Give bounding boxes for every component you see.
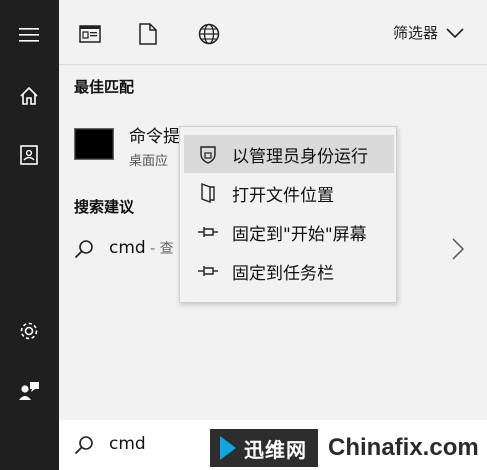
best-match-heading: 最佳匹配	[74, 78, 135, 96]
watermark: 迅维网 Chinafix.com	[210, 426, 487, 470]
menu-item-open-file-location[interactable]: 打开文件位置	[184, 174, 394, 212]
pin-icon	[196, 259, 220, 283]
menu-item-label: 打开文件位置	[232, 185, 334, 206]
context-menu: 以管理员身份运行 打开文件位置 固定到"开始"屏幕 固定到任务栏	[179, 126, 397, 303]
menu-item-label: 固定到任务栏	[232, 263, 334, 284]
filter-dropdown[interactable]: 筛选器	[393, 22, 464, 43]
watermark-logo: 迅维网	[210, 429, 318, 467]
best-match-subtitle: 桌面应	[129, 154, 169, 169]
menu-item-run-as-admin[interactable]: 以管理员身份运行	[184, 135, 394, 173]
documents-filter-icon[interactable]	[134, 20, 162, 48]
hamburger-menu-icon[interactable]	[16, 22, 42, 48]
user-feedback-icon[interactable]	[16, 378, 42, 404]
suggestion-query: cmd	[109, 238, 146, 258]
folder-open-icon	[196, 181, 220, 205]
menu-item-label: 以管理员身份运行	[232, 146, 368, 167]
menu-item-pin-to-start[interactable]: 固定到"开始"屏幕	[184, 213, 394, 251]
notebook-icon[interactable]	[16, 142, 42, 168]
watermark-site-text: Chinafix.com	[328, 434, 479, 461]
gear-icon[interactable]	[16, 318, 42, 344]
web-filter-icon[interactable]	[195, 20, 223, 48]
home-icon[interactable]	[16, 83, 42, 109]
apps-filter-icon[interactable]	[76, 20, 104, 48]
chevron-down-icon	[446, 27, 464, 38]
suggestion-hint: - 查	[145, 241, 174, 257]
best-match-title: 命令提	[129, 127, 180, 147]
chevron-right-icon[interactable]	[452, 238, 464, 260]
command-prompt-app-icon	[74, 128, 114, 160]
search-icon	[74, 240, 93, 259]
menu-item-pin-to-taskbar[interactable]: 固定到任务栏	[184, 252, 394, 290]
left-rail	[0, 0, 59, 470]
suggestions-heading: 搜索建议	[74, 198, 135, 216]
filter-label: 筛选器	[393, 24, 439, 42]
filter-bar: 筛选器	[59, 0, 487, 64]
menu-item-label: 固定到"开始"屏幕	[232, 224, 367, 245]
arrow-icon	[220, 436, 236, 460]
search-input[interactable]: cmd	[109, 434, 146, 454]
watermark-logo-text: 迅维网	[244, 437, 307, 462]
pin-icon	[196, 220, 220, 244]
divider	[59, 64, 487, 65]
shield-icon	[196, 142, 220, 166]
search-icon	[74, 436, 93, 455]
